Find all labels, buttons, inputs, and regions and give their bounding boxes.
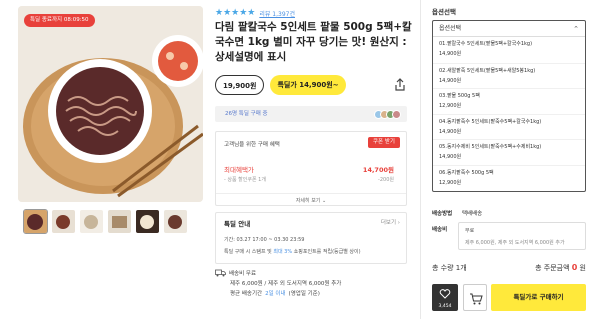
max-benefit-label: 최대혜택가 xyxy=(224,166,254,174)
wishlist-button[interactable]: 3,454 xyxy=(432,284,458,311)
chevron-up-icon: ⌃ xyxy=(573,25,579,33)
share-icon[interactable] xyxy=(393,78,407,92)
deal-info-title: 특딜 안내 xyxy=(224,220,251,228)
shipping-fee-text: 배송비 무료 xyxy=(229,271,257,277)
product-title: 다림 팥칼국수 5인세트 팥물 500g 5팩+칼국수면 1kg 별미 자꾸 당… xyxy=(215,21,412,63)
option-item-1[interactable]: 01.팥칼국수 5인세트(팥물5팩+칼국수1kg) 14,900원 xyxy=(433,37,585,63)
delivery-fee-box: 무료 제주 6,000원, 제주 외 도서지역 6,000원 추가 xyxy=(458,222,586,250)
heart-icon xyxy=(439,289,451,299)
shipping-row-period: 평균 배송기간 2일 이내 (영업일 기준) xyxy=(215,288,341,298)
option-price: 12,900원 xyxy=(439,179,462,186)
delivery-fee-label: 배송비 xyxy=(432,227,448,233)
thumbnail-1[interactable] xyxy=(23,209,48,234)
shipping-extra-text: 제주 6,000원 / 제주 외 도서지역 6,000원 추가 xyxy=(230,281,342,287)
product-main-image[interactable]: 특딜 종료까지 08:09:50 xyxy=(18,6,203,202)
detail-view-link[interactable]: 자세히 보기 ⌄ xyxy=(216,193,406,204)
deal-info-more-link[interactable]: 더보기 › xyxy=(381,218,400,226)
option-item-2[interactable]: 02.새알팥죽 5인세트(팥물5팩+새알5봉1kg) 14,900원 xyxy=(433,62,585,89)
product-photo-illustration xyxy=(18,6,203,202)
cart-button[interactable] xyxy=(463,284,487,311)
avatar xyxy=(392,110,401,119)
buyer-avatars xyxy=(374,110,401,119)
delivery-method-value: 택배배송 xyxy=(462,211,483,217)
option-price: 12,900원 xyxy=(439,103,462,109)
total-amount-label: 총 주문금액 xyxy=(535,264,572,272)
thumbnail-4[interactable] xyxy=(108,210,131,233)
deal-period: 기간: 03.27 17:00 ~ 03.30 23:59 xyxy=(224,237,305,243)
delivery-method-label: 배송방법 xyxy=(432,211,453,217)
price-row: 19,900원 특딜가 14,900원~ xyxy=(215,75,346,95)
wishlist-count: 3,454 xyxy=(438,304,452,309)
option-name: 02.새알팥죽 5인세트(팥물5팩+새알5봉1kg) xyxy=(439,67,536,74)
total-quantity: 총 수량 1개 xyxy=(432,264,467,272)
total-row: 총 수량 1개 총 주문금액 0 원 xyxy=(432,263,586,277)
option-name: 03.팥물 500g 5팩 xyxy=(439,93,480,99)
option-name: 05.동지수제비 5인세트(팥죽수5팩+수제비1kg) xyxy=(439,144,542,150)
option-name: 04.동지팥죽수 5인세트(팥죽수5팩+칼국수1kg) xyxy=(439,118,542,125)
option-select-label: 옵션선택 xyxy=(439,25,462,32)
option-item-4[interactable]: 04.동지팥죽수 5인세트(팥죽수5팩+칼국수1kg) 14,900원 xyxy=(433,113,585,140)
shipping-period-highlight: 2일 이내 xyxy=(265,291,286,297)
delivery-fee-note: 제주 6,000원, 제주 외 도서지역 6,000원 추가 xyxy=(465,240,565,246)
benefit-box: 고객님을 위한 구매 혜택 쿠폰 받기 최대혜택가 14,700원 - 상품 할… xyxy=(215,131,407,206)
deal-point-suffix: 쇼핑포인트를 적립(등급별 상이) xyxy=(292,249,361,255)
shipping-row-extra: 제주 6,000원 / 제주 외 도서지역 6,000원 추가 xyxy=(215,278,341,288)
delivery-fee-value: 무료 xyxy=(465,228,475,234)
option-name: 01.팥칼국수 5인세트(팥물5팩+칼국수1kg) xyxy=(439,41,533,47)
option-name: 06.동지팥죽수 500g 5팩 xyxy=(439,169,494,176)
thumbnail-3[interactable] xyxy=(80,210,103,233)
shipping-period-suffix: (영업일 기준) xyxy=(288,291,320,297)
thumbnail-6[interactable] xyxy=(164,210,187,233)
buy-with-deal-price-button[interactable]: 특딜가로 구매하기 xyxy=(491,284,586,311)
deal-point-highlight: 최대 3% xyxy=(273,249,293,255)
review-count-link[interactable]: 리뷰 1,397건 xyxy=(259,9,295,18)
option-item-6[interactable]: 06.동지팥죽수 500g 5팩 12,900원 xyxy=(433,164,585,191)
total-amount: 총 주문금액 0 원 xyxy=(535,263,586,273)
rating-row: ★★★★★ 리뷰 1,397건 xyxy=(215,8,295,18)
option-item-5[interactable]: 05.동지수제비 5인세트(팥죽수5팩+수제비1kg) 14,900원 xyxy=(433,139,585,165)
shipping-info: 배송비 무료 제주 6,000원 / 제주 외 도서지역 6,000원 추가 평… xyxy=(215,268,341,298)
deal-point-prefix: 특딜 구매 시 스탬프 및 xyxy=(224,249,274,255)
rating-stars: ★★★★★ xyxy=(215,8,256,18)
benefit-header: 고객님을 위한 구매 혜택 xyxy=(224,142,280,148)
coupon-button[interactable]: 쿠폰 받기 xyxy=(368,137,400,148)
option-price: 14,900원 xyxy=(439,154,462,160)
buyers-notice: 26명 특딜 구매 중 xyxy=(215,106,407,122)
option-select-header[interactable]: 옵션선택 ⌃ xyxy=(433,21,585,37)
total-amount-unit: 원 xyxy=(577,264,586,272)
option-section-title: 옵션선택 xyxy=(432,8,456,16)
option-price: 14,900원 xyxy=(439,77,462,84)
buyers-text: 26명 특딜 구매 중 xyxy=(225,111,268,117)
thumbnail-strip xyxy=(23,209,187,234)
deal-price-pill: 특딜가 14,900원~ xyxy=(270,75,346,95)
deal-info-box: 특딜 안내 더보기 › 기간: 03.27 17:00 ~ 03.30 23:5… xyxy=(215,212,407,264)
deal-point-text: 특딜 구매 시 스탬프 및 최대 3% 쇼핑포인트를 적립(등급별 상이) xyxy=(224,248,406,255)
option-item-3[interactable]: 03.팥물 500g 5팩 12,900원 xyxy=(433,88,585,114)
discount-label: - 상품 할인쿠폰 1개 xyxy=(224,177,266,183)
option-dropdown[interactable]: 옵션선택 ⌃ 01.팥칼국수 5인세트(팥물5팩+칼국수1kg) 14,900원… xyxy=(432,20,586,192)
truck-icon xyxy=(215,269,226,277)
panel-divider xyxy=(420,0,421,319)
option-price: 14,900원 xyxy=(439,51,462,57)
thumbnail-5[interactable] xyxy=(136,210,159,233)
cart-icon xyxy=(470,293,483,305)
deal-timer-badge: 특딜 종료까지 08:09:50 xyxy=(24,14,95,27)
shipping-row-fee: 배송비 무료 xyxy=(215,268,341,278)
normal-price-pill: 19,900원 xyxy=(215,75,265,95)
option-price: 14,900원 xyxy=(439,128,462,135)
discount-value: -200원 xyxy=(378,177,394,183)
shipping-period-prefix: 평균 배송기간 xyxy=(230,291,263,297)
max-benefit-price: 14,700원 xyxy=(362,166,394,174)
thumbnail-2[interactable] xyxy=(52,210,75,233)
